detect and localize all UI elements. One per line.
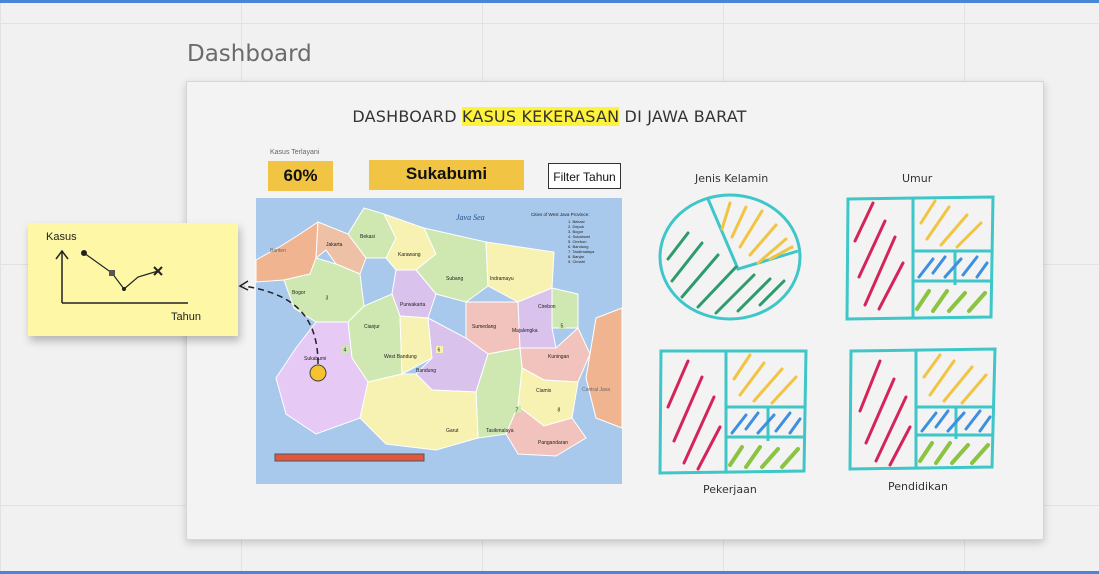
map-label-tasikmalaya: Tasikmalaya bbox=[486, 428, 514, 434]
whiteboard-canvas[interactable]: Dashboard DASHBOARD KASUS KEKERASAN DI J… bbox=[0, 0, 1099, 574]
dashboard-title: DASHBOARD KASUS KEKERASAN DI JAWA BARAT bbox=[0, 107, 1099, 126]
frame-title[interactable]: Dashboard bbox=[187, 41, 312, 67]
age-grid-sketch[interactable] bbox=[845, 193, 995, 325]
legend-item: 9. Cimahi bbox=[568, 259, 585, 264]
chart-label-education: Pendidikan bbox=[888, 480, 948, 493]
map-label-ciamis: Ciamis bbox=[536, 388, 552, 394]
map-label-pangandaran: Pangandaran bbox=[538, 440, 568, 446]
selected-region-badge: Sukabumi bbox=[369, 160, 524, 190]
chart-label-job: Pekerjaan bbox=[703, 483, 757, 496]
title-suffix: DI JAWA BARAT bbox=[619, 107, 747, 126]
map-label-subang: Subang bbox=[446, 276, 463, 282]
title-prefix: DASHBOARD bbox=[352, 107, 463, 126]
education-grid-sketch[interactable] bbox=[848, 347, 1000, 475]
arrowhead-icon bbox=[238, 280, 249, 291]
data-point bbox=[81, 250, 87, 256]
year-slider[interactable] bbox=[274, 453, 425, 462]
chart-label-age: Umur bbox=[902, 172, 933, 185]
map-label-purwakarta: Purwakarta bbox=[400, 302, 426, 308]
map-label-karawang: Karawang bbox=[398, 252, 421, 258]
gender-pie-sketch[interactable] bbox=[658, 189, 808, 329]
map-label-bekasi: Bekasi bbox=[360, 234, 375, 240]
map-label-kuningan: Kuningan bbox=[548, 354, 569, 360]
title-highlight: KASUS KEKERASAN bbox=[462, 107, 620, 126]
city-number: 8 bbox=[558, 408, 561, 414]
map-label-majalengka: Majalengka bbox=[512, 328, 538, 334]
city-number: 5 bbox=[561, 324, 564, 330]
chart-label-gender: Jenis Kelamin bbox=[695, 172, 769, 185]
kpi-label: Kasus Terlayani bbox=[270, 149, 320, 156]
map-label-garut: Garut bbox=[446, 428, 459, 434]
legend-title: Cities of West Java Province: bbox=[531, 212, 589, 217]
map-label-west-bandung: West Bandung bbox=[384, 354, 417, 360]
job-grid-sketch[interactable] bbox=[658, 347, 810, 479]
sea-label: Java Sea bbox=[456, 213, 485, 222]
map-label-jakarta: Jakarta bbox=[326, 242, 343, 248]
city-number: 4 bbox=[344, 348, 347, 354]
map-label-central-java: Central Java bbox=[582, 387, 610, 393]
city-number: 7 bbox=[516, 408, 519, 414]
city-number: 6 bbox=[438, 348, 441, 354]
kpi-percentage: 60% bbox=[268, 161, 333, 191]
data-point bbox=[109, 270, 115, 276]
map-label-sumedang: Sumedang bbox=[472, 324, 496, 330]
filter-year-button[interactable]: Filter Tahun bbox=[548, 163, 621, 189]
sticky-note[interactable]: Kasus Tahun bbox=[28, 223, 238, 336]
map-label-bandung: Bandung bbox=[416, 368, 436, 374]
map-label-banten: Banten bbox=[270, 248, 286, 254]
connector-arrow bbox=[238, 280, 319, 365]
map-label-cirebon: Cirebon bbox=[538, 304, 556, 310]
data-point bbox=[122, 287, 126, 291]
line-chart-sketch bbox=[55, 249, 188, 304]
map-label-indramayu: Indramayu bbox=[490, 276, 514, 282]
map-label-cianjur: Cianjur bbox=[364, 324, 380, 330]
data-point bbox=[153, 266, 163, 276]
